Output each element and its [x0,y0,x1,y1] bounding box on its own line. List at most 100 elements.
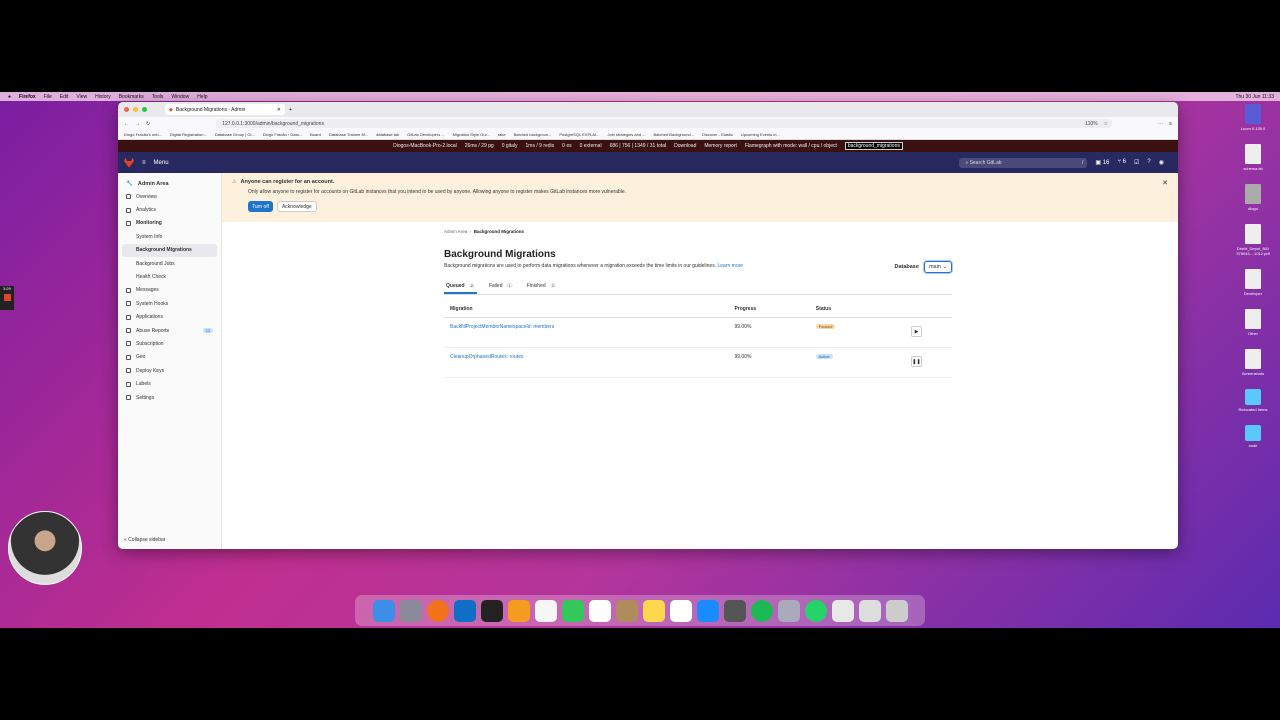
app-store-icon[interactable] [696,599,719,622]
calendar-icon[interactable] [588,599,611,622]
bookmark-item[interactable]: Diogo Fracão › Data... [263,132,302,137]
tab-queued[interactable]: Queued 2 [444,283,477,294]
help-icon[interactable]: ? [1147,159,1150,166]
bookmark-item[interactable]: Batched backgroun... [514,132,552,137]
preview-icon[interactable] [777,599,800,622]
stop-record-icon[interactable] [3,294,11,301]
bookmark-item[interactable]: Discover - Elastic [702,132,733,137]
back-icon[interactable]: ← [124,121,129,127]
close-icon[interactable]: ✕ [1162,179,1168,187]
perf-stat[interactable]: 26ms / 29 pg [465,143,494,149]
trash-icon[interactable] [885,599,908,622]
sidebar-item-monitoring[interactable]: Monitoring [118,217,221,230]
desktop-icon[interactable]: diogo [1236,184,1270,211]
bookmark-star-icon[interactable]: ☆ [1104,121,1108,127]
menubar-view[interactable]: View [76,94,87,100]
perf-stat[interactable]: 686 | 756 | 1349 / 31 total [610,143,667,149]
sidebar-item-applications[interactable]: Applications [118,311,221,324]
slack-icon[interactable] [831,599,854,622]
menubar-help[interactable]: Help [197,94,207,100]
migration-link[interactable]: BackfillProjectMemberNamespaceId: member… [450,324,554,330]
sidebar-item-messages[interactable]: Messages [118,284,221,297]
vscode-icon[interactable] [453,599,476,622]
close-tab-icon[interactable]: ✕ [277,107,281,113]
pause-icon[interactable]: ❚❚ [911,356,922,367]
bookmark-item[interactable]: Join strategies and ... [607,132,645,137]
perf-flamegraph-link[interactable]: Flamegraph with mode: wall / cpu / objec… [745,143,837,149]
firefox-icon[interactable] [426,599,449,622]
bookmark-item[interactable]: GitLab Developers ... [407,132,445,137]
terminal-icon[interactable] [480,599,503,622]
desktop-icon[interactable]: Loom 0.135.0 [1236,104,1270,131]
perf-stat[interactable]: 0 es [562,143,571,149]
collapse-sidebar-button[interactable]: « Collapse sidebar [124,537,165,543]
spotify-icon[interactable] [750,599,773,622]
tab-failed[interactable]: Failed 1 [487,283,515,294]
apple-icon[interactable]: ● [8,94,11,100]
todo-icon[interactable]: ☑ [1134,159,1139,166]
perf-memory-link[interactable]: Memory report [704,143,737,149]
perf-search-input[interactable]: background_migrations [844,142,903,150]
sidebar-header[interactable]: 🔧 Admin Area [118,178,221,190]
database-dropdown[interactable]: main ⌄ [923,261,952,273]
desktop-icon[interactable]: code [1236,425,1270,448]
bookmark-item[interactable]: PostgreSQL EXPLAI... [559,132,599,137]
sidebar-item-subscription[interactable]: Subscription [118,337,221,350]
photos-icon[interactable] [534,599,557,622]
finder-icon[interactable] [372,599,395,622]
minimize-window-icon[interactable] [133,107,138,112]
menubar-edit[interactable]: Edit [60,94,69,100]
bookmark-item[interactable]: Diogo Fracão's onb... [124,132,162,137]
close-window-icon[interactable] [124,107,129,112]
sidebar-item-deploy-keys[interactable]: Deploy Keys [118,364,221,377]
issues-icon[interactable]: ▣ 16 [1095,159,1109,166]
address-field[interactable]: 127.0.0.1:3000/admin/background_migratio… [216,119,1113,128]
menubar-clock[interactable]: Thu 30 Jun 11:33 [1235,94,1274,100]
turn-off-button[interactable]: Turn off [248,201,273,212]
bookmark-item[interactable]: Board [310,132,321,137]
sidebar-item-analytics[interactable]: Analytics [118,203,221,216]
sidebar-item-labels[interactable]: Labels [118,377,221,390]
bookmark-item[interactable]: Migration Style Gui... [453,132,490,137]
sidebar-item-system-info[interactable]: System Info [118,230,221,243]
desktop-icon[interactable]: Direkt_Depot_801 378043....1012.pdf [1236,224,1270,256]
menu-button[interactable]: Menu [154,160,169,166]
perf-download-link[interactable]: Download [674,143,696,149]
contacts-icon[interactable] [615,599,638,622]
gitlab-logo-icon[interactable] [124,157,134,168]
gitlab-search-input[interactable]: ⌕ Search GitLab / [959,157,1088,168]
forward-icon[interactable]: → [135,121,140,127]
bookmark-item[interactable]: Database Trainee M... [329,132,368,137]
sidebar-item-geo[interactable]: Geo [118,351,221,364]
zoom-window-icon[interactable] [142,107,147,112]
browser-tab[interactable]: ◆ Background Migrations · Admin ✕ [165,104,285,115]
breadcrumb-current[interactable]: Background Migrations [474,229,524,234]
app-menu-icon[interactable]: ≡ [1169,121,1172,127]
menubar-history[interactable]: History [95,94,111,100]
acknowledge-button[interactable]: Acknowledge [276,201,317,212]
menubar-app[interactable]: Firefox [19,94,36,100]
launchpad-icon[interactable] [399,599,422,622]
sidebar-item-system-hooks[interactable]: System Hooks [118,297,221,310]
zoom-level[interactable]: 110% [1085,121,1097,127]
menubar-tools[interactable]: Tools [152,94,164,100]
desktop-icon[interactable]: Screenshots [1236,349,1270,376]
sidebar-item-health-check[interactable]: Health Check [118,270,221,283]
perf-stat[interactable]: 1ms / 9 redis [526,143,555,149]
menubar-bookmarks[interactable]: Bookmarks [119,94,144,100]
sidebar-item-overview[interactable]: Overview [118,190,221,203]
perf-stat[interactable]: 0 gitaly [502,143,518,149]
facetime-icon[interactable] [561,599,584,622]
avatar[interactable]: ◉ [1159,159,1164,166]
bookmark-item[interactable]: Batched Background... [654,132,694,137]
play-icon[interactable]: ▶ [911,326,922,337]
system-preferences-icon[interactable] [723,599,746,622]
reload-icon[interactable]: ↻ [146,121,150,127]
breadcrumb-admin-area[interactable]: Admin Area [444,229,467,234]
desktop-icon[interactable]: schema.txt [1236,144,1270,171]
sidebar-item-background-migrations[interactable]: Background Migrations [122,243,217,257]
desktop-icon[interactable]: Relocated Items [1236,389,1270,412]
sublime-icon[interactable] [507,599,530,622]
hamburger-icon[interactable]: ≡ [142,160,146,166]
bookmark-item[interactable]: Database Group | Gi... [215,132,255,137]
